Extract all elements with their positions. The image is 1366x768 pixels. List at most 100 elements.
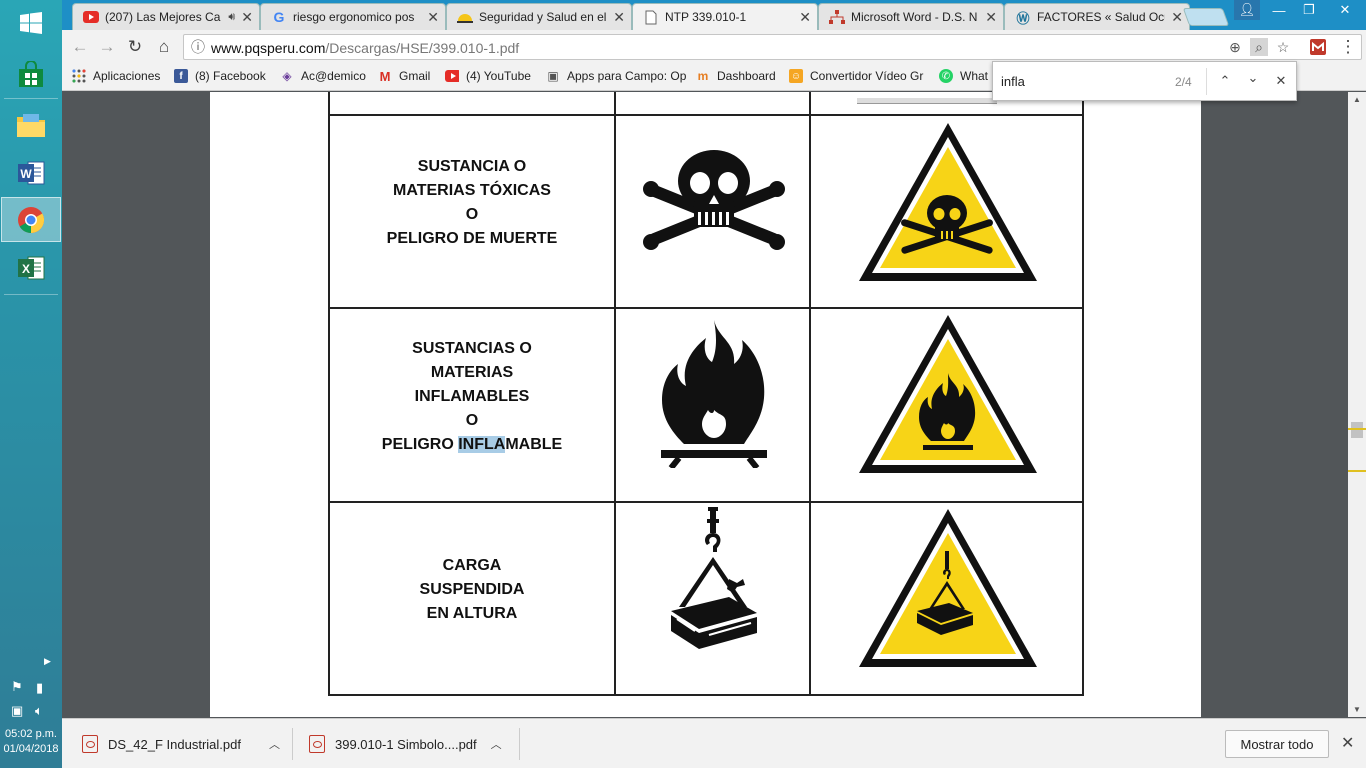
download-item[interactable]: 399.010-1 Simbolo....pdf ︿ bbox=[309, 719, 502, 768]
minimize-icon[interactable]: — bbox=[1264, 0, 1294, 20]
volume-icon[interactable]: 🔈︎ bbox=[35, 703, 43, 719]
close-tab-icon[interactable]: ✕ bbox=[427, 9, 439, 26]
bookmark-label: Ac@demico bbox=[301, 69, 366, 83]
show-all-downloads-button[interactable]: Mostrar todo bbox=[1225, 730, 1329, 758]
bookmark-label: (8) Facebook bbox=[195, 69, 266, 83]
bookmark-facebook[interactable]: f (8) Facebook bbox=[174, 69, 266, 83]
chevron-down-icon[interactable]: ⌄ bbox=[1243, 68, 1263, 88]
label-line: MATERIAS TÓXICAS bbox=[393, 182, 551, 199]
bookmark-gmail[interactable]: M Gmail bbox=[378, 69, 431, 84]
symbol-table: SUSTANCIA O MATERIAS TÓXICAS O PELIGRO D… bbox=[328, 92, 1084, 696]
close-tab-icon[interactable]: ✕ bbox=[799, 9, 811, 26]
flammable-warning-sign bbox=[859, 315, 1037, 473]
bookmark-whatsapp[interactable]: ✆ What bbox=[939, 69, 988, 83]
row-label-toxic: SUSTANCIA O MATERIAS TÓXICAS O PELIGRO D… bbox=[330, 155, 614, 251]
pdf-viewer[interactable]: SUSTANCIA O MATERIAS TÓXICAS O PELIGRO D… bbox=[62, 92, 1348, 717]
scroll-thumb[interactable] bbox=[1351, 422, 1363, 438]
clock[interactable]: 05:02 p.m. 01/04/2018 bbox=[0, 727, 62, 757]
home-icon[interactable]: ⌂ bbox=[153, 36, 175, 58]
bookmark-apps-campo[interactable]: ▣ Apps para Campo: Op bbox=[546, 69, 686, 83]
bookmark-label: What bbox=[960, 69, 989, 83]
svg-text:X: X bbox=[22, 262, 30, 276]
close-tab-icon[interactable]: ✕ bbox=[241, 9, 253, 26]
find-match-marker bbox=[1348, 470, 1366, 472]
google-icon: G bbox=[273, 9, 285, 25]
close-tab-icon[interactable]: ✕ bbox=[1171, 9, 1183, 26]
youtube-icon bbox=[83, 9, 99, 25]
label-line: MATERIAS bbox=[430, 364, 514, 381]
bookmark-star-icon[interactable]: ☆ bbox=[1274, 38, 1292, 56]
chevron-up-icon[interactable]: ︿ bbox=[269, 736, 280, 752]
forward-icon[interactable]: → bbox=[96, 36, 118, 58]
close-icon[interactable]: ✕ bbox=[1271, 71, 1291, 91]
menu-icon[interactable]: ⋮ bbox=[1337, 36, 1359, 58]
converter-icon: ☺ bbox=[789, 69, 803, 83]
windows-start-icon[interactable] bbox=[1, 0, 61, 45]
bookmark-academico[interactable]: ◈ Ac@demico bbox=[280, 69, 366, 83]
vertical-scrollbar[interactable]: ▲ ▼ bbox=[1348, 92, 1366, 717]
svg-text:W: W bbox=[20, 167, 32, 181]
tab-google[interactable]: G riesgo ergonomico pos ✕ bbox=[260, 3, 446, 30]
back-icon[interactable]: ← bbox=[69, 36, 91, 58]
apps-grid-icon bbox=[72, 69, 86, 83]
bookmark-label: Apps para Campo: Op bbox=[567, 69, 687, 83]
excel-icon[interactable]: X bbox=[1, 245, 61, 290]
download-item[interactable]: DS_42_F Industrial.pdf ︿ bbox=[82, 719, 280, 768]
bookmark-aplicaciones[interactable]: Aplicaciones bbox=[72, 69, 160, 83]
tab-title: (207) Las Mejores Ca bbox=[105, 10, 221, 24]
label-line: SUSTANCIA O bbox=[417, 158, 527, 175]
pdf-file-icon bbox=[82, 735, 98, 753]
battery-icon[interactable]: ▮ bbox=[36, 680, 43, 696]
sitemap-icon bbox=[829, 9, 845, 25]
word-icon[interactable]: W bbox=[1, 150, 61, 195]
row-divider bbox=[330, 307, 1082, 309]
label-line: SUSPENDIDA bbox=[419, 581, 525, 598]
tab-factores[interactable]: Ⓦ FACTORES « Salud Ocu ✕ bbox=[1004, 3, 1190, 30]
close-tab-icon[interactable]: ✕ bbox=[985, 9, 997, 26]
url-text[interactable]: www.pqsperu.com/Descargas/HSE/399.010-1.… bbox=[211, 40, 519, 56]
bookmark-dashboard[interactable]: m Dashboard bbox=[696, 69, 776, 83]
tray-expand-icon[interactable]: ▶ bbox=[44, 656, 51, 667]
tab-seguridad[interactable]: Seguridad y Salud en el ✕ bbox=[446, 3, 632, 30]
close-tab-icon[interactable]: ✕ bbox=[613, 9, 625, 26]
find-divider bbox=[1206, 68, 1207, 95]
document-icon bbox=[643, 9, 659, 25]
tab-word[interactable]: Microsoft Word - D.S. N ✕ bbox=[818, 3, 1004, 30]
column-divider bbox=[614, 92, 616, 694]
find-input[interactable]: infla bbox=[1001, 74, 1025, 89]
audio-icon[interactable]: 🔊︎ bbox=[228, 11, 235, 24]
close-window-icon[interactable]: ✕ bbox=[1324, 0, 1366, 20]
wordpress-icon: Ⓦ bbox=[1016, 10, 1030, 26]
bookmark-convertidor[interactable]: ☺ Convertidor Vídeo Gr bbox=[789, 69, 923, 83]
browser-toolbar: ← → ↻ ⌂ ⓘ www.pqsperu.com/Descargas/HSE/… bbox=[62, 30, 1366, 63]
url-path: /Descargas/HSE/399.010-1.pdf bbox=[325, 40, 520, 56]
scroll-up-icon[interactable]: ▲ bbox=[1353, 95, 1361, 104]
find-highlight: INFLA bbox=[458, 436, 506, 453]
user-icon[interactable]: 👤︎ bbox=[1234, 0, 1260, 20]
flag-icon[interactable]: ⚑ bbox=[11, 679, 23, 695]
tab-youtube[interactable]: (207) Las Mejores Ca 🔊︎ ✕ bbox=[72, 3, 260, 30]
find-page-icon[interactable]: ⌕ bbox=[1250, 38, 1268, 56]
chevron-up-icon[interactable]: ︿ bbox=[491, 736, 502, 752]
new-tab-button[interactable] bbox=[1182, 8, 1230, 26]
info-icon[interactable]: ⓘ bbox=[189, 38, 207, 56]
flame-icon bbox=[661, 320, 767, 468]
store-icon[interactable] bbox=[1, 52, 61, 97]
pdf-page: SUSTANCIA O MATERIAS TÓXICAS O PELIGRO D… bbox=[210, 92, 1201, 717]
scroll-down-icon[interactable]: ▼ bbox=[1353, 705, 1361, 714]
bookmark-youtube[interactable]: (4) YouTube bbox=[445, 69, 531, 83]
tab-ntp[interactable]: NTP 339.010-1 ✕ bbox=[632, 3, 818, 30]
file-explorer-icon[interactable] bbox=[1, 102, 61, 147]
restore-icon[interactable]: ❐ bbox=[1294, 0, 1324, 20]
network-icon[interactable]: ▣ bbox=[11, 703, 23, 719]
row-divider bbox=[330, 114, 1082, 116]
extension-icon[interactable] bbox=[1307, 36, 1329, 58]
address-bar[interactable]: ⓘ www.pqsperu.com/Descargas/HSE/399.010-… bbox=[183, 34, 1362, 60]
dashboard-icon: m bbox=[697, 69, 709, 83]
zoom-icon[interactable]: ⊕ bbox=[1226, 38, 1244, 56]
skull-crossbones-icon bbox=[643, 150, 785, 250]
reload-icon[interactable]: ↻ bbox=[124, 36, 146, 58]
chrome-icon[interactable] bbox=[1, 197, 61, 242]
close-icon[interactable]: ✕ bbox=[1341, 733, 1354, 753]
chevron-up-icon[interactable]: ⌃ bbox=[1215, 71, 1235, 91]
